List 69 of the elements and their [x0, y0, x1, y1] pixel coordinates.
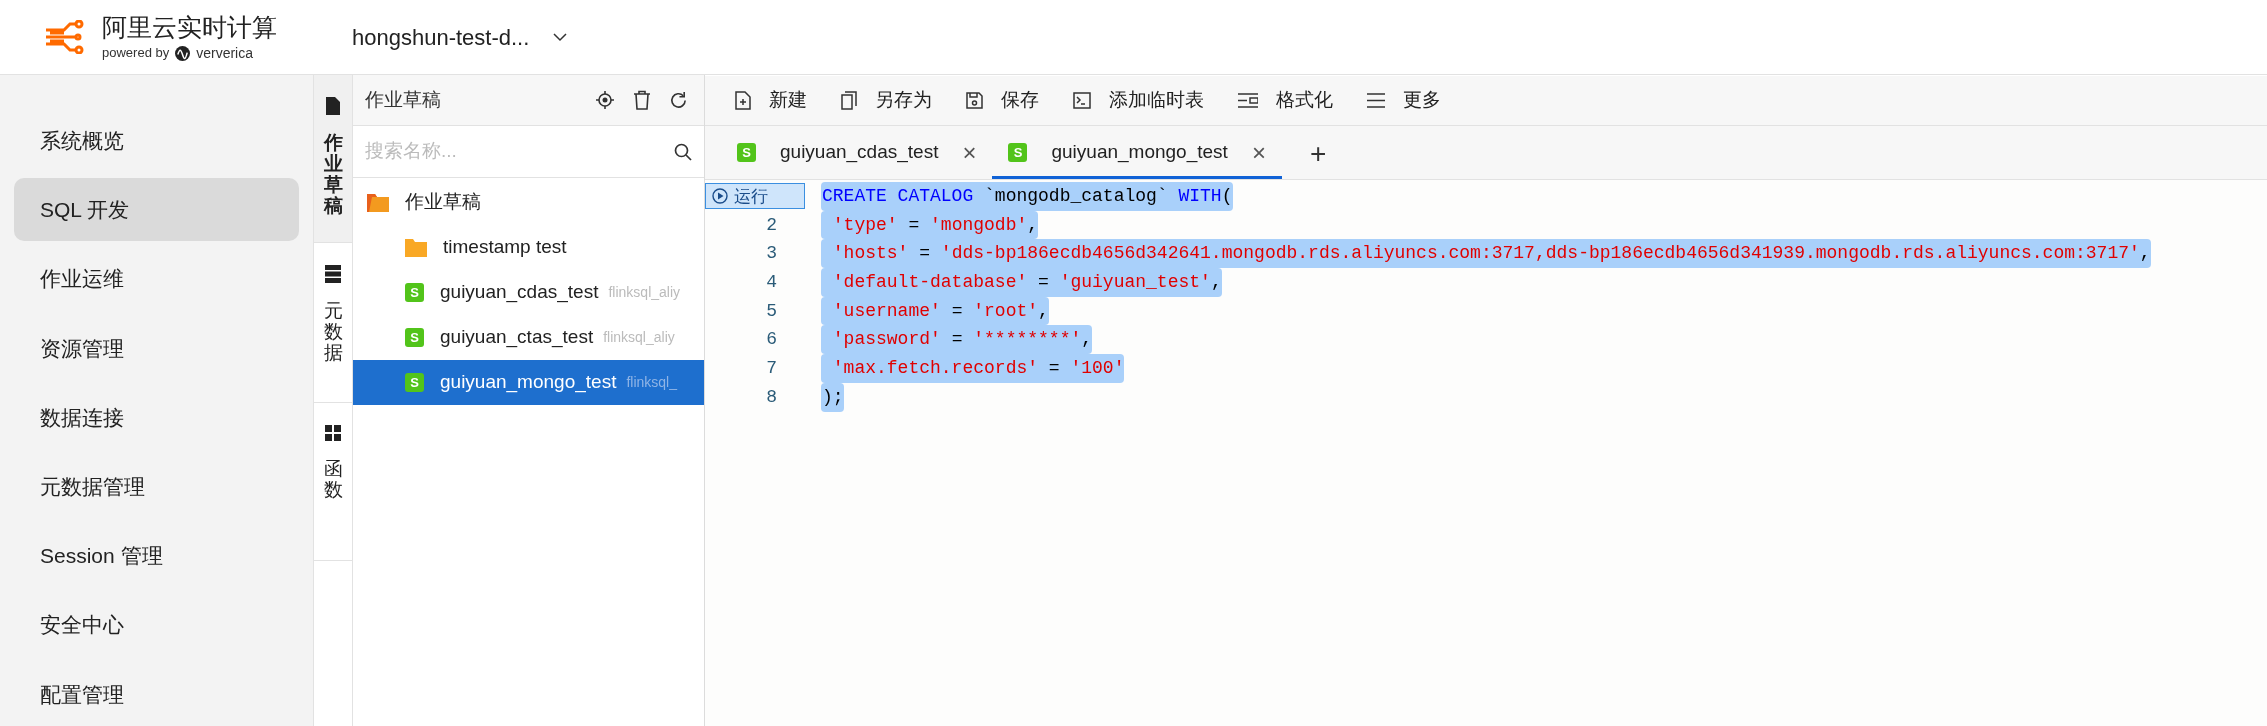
product-name: 阿里云实时计算 — [102, 11, 277, 43]
tree-item[interactable]: S guiyuan_mongo_test flinksql_ — [353, 360, 704, 405]
item-label: 作业草稿 — [405, 190, 481, 215]
nav-item[interactable]: SQL 开发 — [14, 178, 299, 242]
locate-icon[interactable] — [595, 90, 615, 110]
tab-label: guiyuan_cdas_test — [780, 140, 939, 165]
side-tab[interactable]: 作业草稿 — [314, 75, 352, 243]
add-tab-button[interactable]: + — [1281, 129, 1355, 179]
format-icon — [1238, 93, 1258, 108]
save-icon — [966, 92, 983, 109]
search-icon — [674, 142, 692, 161]
line-number: 2 — [766, 213, 777, 237]
sql-file-badge: S — [737, 143, 756, 162]
nav-item[interactable]: 资源管理 — [14, 316, 299, 380]
sql-file-badge: S — [1008, 143, 1028, 162]
toolbar-button[interactable]: 保存 — [960, 80, 1045, 121]
search-field[interactable]: 搜索名称... — [365, 137, 674, 166]
folder-icon — [405, 238, 427, 257]
close-button[interactable]: × — [962, 140, 977, 165]
toolbar-button[interactable]: 另存为 — [835, 80, 938, 121]
grid-icon — [325, 425, 341, 441]
nav-item[interactable]: 安全中心 — [14, 593, 299, 657]
brand-logo-icon — [175, 45, 191, 61]
nav-item[interactable]: 数据连接 — [14, 385, 299, 450]
item-label: guiyuan_cdas_test — [440, 280, 599, 305]
item-meta: flinksql_aliy — [603, 328, 675, 347]
terminal-icon — [1073, 92, 1091, 109]
toolbar-button[interactable]: 更多 — [1361, 80, 1447, 121]
item-meta: flinksql_ — [626, 373, 677, 392]
line-number: 6 — [766, 328, 777, 352]
folder-icon — [367, 193, 389, 212]
run-button[interactable]: 运行 — [705, 183, 805, 210]
chevron-down-icon — [553, 32, 568, 42]
workspace-selector[interactable]: hongshun-test-d... — [352, 20, 568, 54]
item-meta: flinksql_aliy — [608, 283, 681, 302]
sql-file-badge: S — [405, 283, 424, 302]
item-label: timestamp test — [443, 235, 567, 260]
line-number: 7 — [766, 356, 777, 380]
refresh-icon[interactable] — [669, 90, 688, 110]
nav-item[interactable]: Session 管理 — [14, 524, 299, 588]
sql-file-badge: S — [405, 373, 424, 392]
editor-tab[interactable]: S guiyuan_cdas_test × — [721, 129, 993, 179]
menu-icon — [1367, 93, 1385, 108]
toolbar-button[interactable]: 新建 — [729, 80, 813, 121]
brand-name: ververica — [196, 43, 253, 63]
nav-item[interactable]: 元数据管理 — [14, 455, 299, 519]
line-number: 3 — [766, 242, 777, 266]
line-number: 8 — [766, 385, 777, 409]
nav-item[interactable]: 作业运维 — [14, 247, 299, 311]
close-button[interactable]: × — [1251, 140, 1266, 165]
new-file-icon — [735, 91, 751, 110]
line-number: 5 — [766, 299, 777, 323]
panel-title: 作业草稿 — [365, 87, 442, 112]
document-icon — [326, 97, 340, 115]
copy-icon — [841, 91, 857, 110]
nav-item[interactable]: 系统概览 — [14, 109, 299, 173]
nav-item[interactable]: 配置管理 — [14, 662, 299, 726]
delete-icon[interactable] — [633, 90, 651, 110]
toolbar-button[interactable]: 格式化 — [1232, 80, 1339, 121]
play-icon — [712, 188, 728, 205]
toolbar-button[interactable]: 添加临时表 — [1067, 80, 1210, 121]
item-label: guiyuan_mongo_test — [440, 370, 617, 395]
line-number: 4 — [766, 270, 777, 294]
powered-by-text: powered by — [102, 44, 170, 63]
sql-file-badge: S — [405, 328, 424, 347]
logo-icon — [44, 20, 84, 54]
item-label: guiyuan_ctas_test — [440, 325, 594, 350]
database-icon — [325, 265, 341, 283]
tab-label: guiyuan_mongo_test — [1051, 140, 1228, 165]
